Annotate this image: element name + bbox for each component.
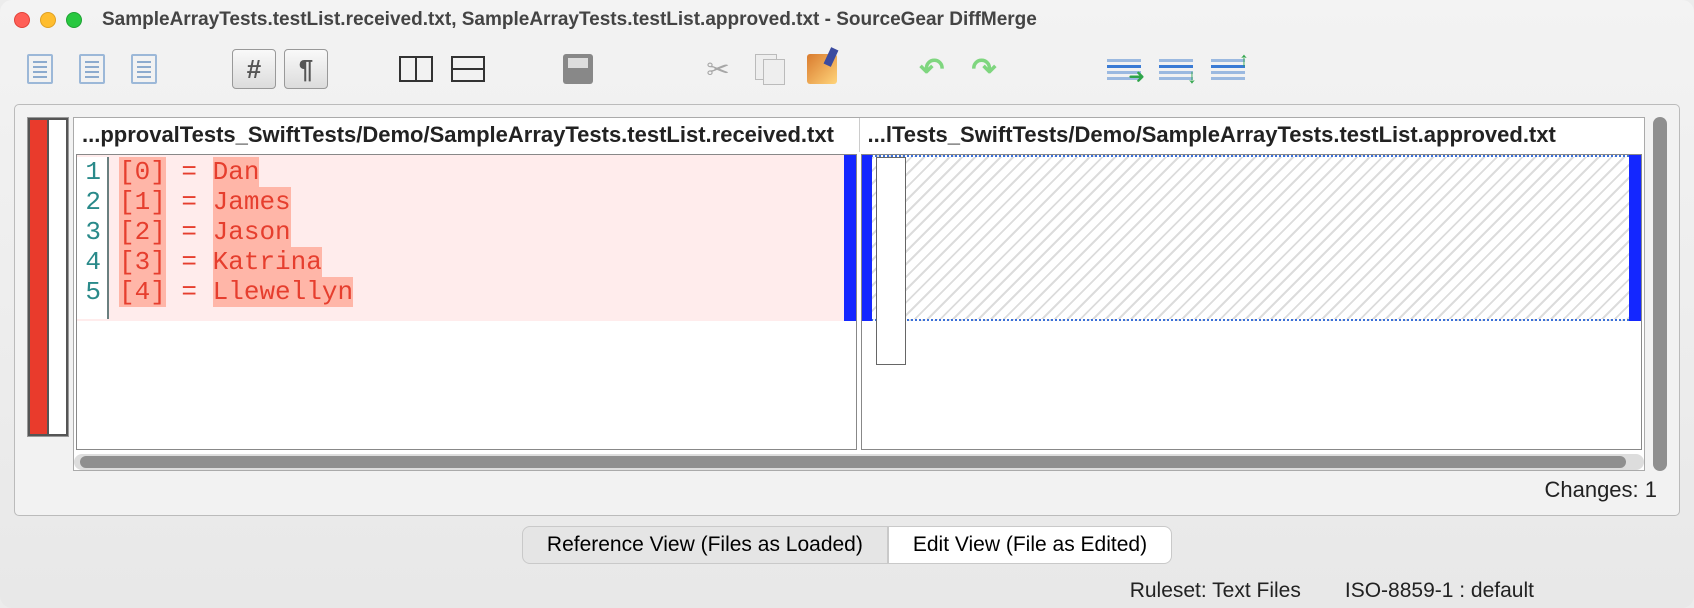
view-left-button[interactable] [70, 49, 114, 89]
right-pane[interactable] [861, 154, 1642, 450]
code-line: [4] = Llewellyn [119, 277, 353, 307]
view-single-button[interactable] [18, 49, 62, 89]
diff-panels: ...pprovalTests_SwiftTests/Demo/SampleAr… [73, 117, 1645, 471]
left-pane[interactable]: 1 2 3 4 5 [0] = Dan [1] = James [2] = Ja… [76, 154, 857, 450]
overview-ruler[interactable] [27, 117, 69, 437]
prev-change-button[interactable]: ↓ [1154, 49, 1198, 89]
encoding-label: ISO-8859-1 : default [1345, 579, 1534, 603]
change-marker [844, 155, 856, 321]
clipboard-icon [807, 54, 837, 84]
split-vertical-button[interactable] [394, 49, 438, 89]
code-block: [0] = Dan [1] = James [2] = Jason [3] = … [109, 157, 353, 319]
minimize-window-button[interactable] [40, 12, 56, 28]
ruleset-label: Ruleset: Text Files [1130, 579, 1301, 603]
scissors-icon: ✂ [706, 53, 729, 86]
code-line: [3] = Katrina [119, 247, 353, 277]
copy-button[interactable] [748, 49, 792, 89]
view-right-button[interactable] [122, 49, 166, 89]
window-controls [14, 12, 82, 28]
split-horizontal-button[interactable] [446, 49, 490, 89]
overview-right-col [49, 118, 68, 436]
split-horizontal-icon [451, 56, 485, 82]
save-icon [563, 54, 593, 84]
redo-icon: ↷ [971, 52, 996, 87]
show-whitespace-button[interactable]: ¶ [284, 49, 328, 89]
next-change-icon: ➜ [1107, 55, 1141, 83]
line-gutter: 1 2 3 4 5 [77, 157, 109, 319]
cut-button[interactable]: ✂ [696, 49, 740, 89]
status-bar: Ruleset: Text Files ISO-8859-1 : default [0, 574, 1694, 608]
changes-count: Changes: 1 [27, 471, 1667, 503]
left-file-header: ...pprovalTests_SwiftTests/Demo/SampleAr… [74, 118, 860, 152]
titlebar: SampleArrayTests.testList.received.txt, … [0, 0, 1694, 40]
view-toggle: Reference View (Files as Loaded) Edit Vi… [0, 526, 1694, 564]
code-line: [1] = James [119, 187, 353, 217]
redo-button[interactable]: ↷ [962, 49, 1006, 89]
save-button[interactable] [556, 49, 600, 89]
change-marker [1629, 155, 1641, 321]
overview-left-col [28, 118, 49, 436]
hash-icon: # [247, 54, 261, 85]
copy-icon [755, 54, 785, 84]
split-vertical-icon [399, 56, 433, 82]
show-line-numbers-button[interactable]: # [232, 49, 276, 89]
toolbar: # ¶ ✂ ↶ ↷ ➜ ↓ ↑ [0, 40, 1694, 98]
undo-button[interactable]: ↶ [910, 49, 954, 89]
edit-view-tab[interactable]: Edit View (File as Edited) [888, 526, 1172, 564]
doc-icon [27, 54, 53, 84]
pilcrow-icon: ¶ [299, 54, 313, 85]
content-area: ...pprovalTests_SwiftTests/Demo/SampleAr… [14, 104, 1680, 516]
pane-headers: ...pprovalTests_SwiftTests/Demo/SampleAr… [74, 118, 1644, 152]
change-marker [862, 155, 872, 321]
doc-icon [79, 54, 105, 84]
prev-change-icon: ↓ [1159, 55, 1193, 83]
code-line: [2] = Jason [119, 217, 353, 247]
right-file-header: ...lTests_SwiftTests/Demo/SampleArrayTes… [860, 118, 1645, 152]
next-change-button[interactable]: ➜ [1102, 49, 1146, 89]
horizontal-scrollbar[interactable] [74, 454, 1644, 470]
first-change-button[interactable]: ↑ [1206, 49, 1250, 89]
undo-icon: ↶ [919, 52, 944, 87]
paste-button[interactable] [800, 49, 844, 89]
vertical-scrollbar[interactable] [1653, 117, 1667, 471]
code-line: [0] = Dan [119, 157, 353, 187]
close-window-button[interactable] [14, 12, 30, 28]
diff-area: ...pprovalTests_SwiftTests/Demo/SampleAr… [27, 117, 1667, 471]
minimap[interactable] [876, 157, 906, 365]
doc-icon [131, 54, 157, 84]
zoom-window-button[interactable] [66, 12, 82, 28]
app-window: SampleArrayTests.testList.received.txt, … [0, 0, 1694, 608]
first-change-icon: ↑ [1211, 55, 1245, 83]
reference-view-tab[interactable]: Reference View (Files as Loaded) [522, 526, 888, 564]
window-title: SampleArrayTests.testList.received.txt, … [102, 9, 1037, 31]
